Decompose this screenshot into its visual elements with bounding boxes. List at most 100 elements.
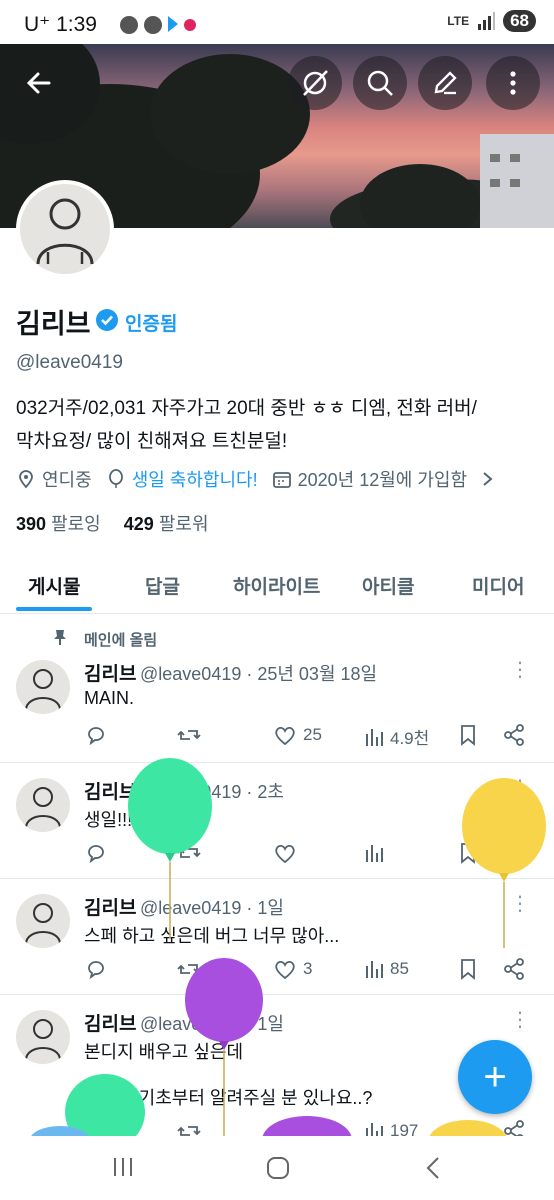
more-vertical-icon <box>510 71 516 95</box>
avatar-sketch-image <box>25 669 61 711</box>
avatar-sketch-image <box>25 787 61 829</box>
share-button[interactable] <box>503 724 525 746</box>
following-link[interactable]: 390 팔로잉 <box>16 514 101 534</box>
profile-meta: 연디중 생일 축하합니다! 2020년 12월에 가입함 <box>16 466 495 492</box>
reply-button[interactable] <box>85 724 113 746</box>
location-icon <box>19 470 33 489</box>
views-button[interactable]: 4.9천 <box>364 724 429 749</box>
follow-stats: 390 팔로잉 429 팔로워 <box>16 510 209 536</box>
notification-icons <box>120 16 196 34</box>
active-tab-indicator <box>16 607 92 611</box>
bookmark-icon <box>461 959 475 980</box>
notification-icon <box>120 16 138 34</box>
edit-button[interactable] <box>418 56 472 110</box>
retweet-button[interactable] <box>176 724 208 746</box>
network-label: LTE <box>447 14 470 28</box>
reply-icon <box>88 845 104 864</box>
tweet-text: MAIN. <box>84 688 135 708</box>
birthday-link[interactable]: 생일 축하합니다! <box>132 466 258 492</box>
reply-button[interactable] <box>85 958 113 980</box>
share-icon <box>504 958 524 980</box>
avatar-sketch-image <box>25 903 61 945</box>
hide-button[interactable] <box>288 56 342 110</box>
reply-icon <box>88 961 104 980</box>
compose-button[interactable]: + <box>458 1040 532 1114</box>
tweet-author-name[interactable]: 김리브 <box>84 1009 136 1036</box>
views-button[interactable]: 85 <box>364 958 409 980</box>
like-icon <box>275 960 295 980</box>
back-button[interactable] <box>12 56 66 110</box>
balloon-green-decoration <box>128 758 212 938</box>
talk-icon <box>144 16 162 34</box>
bio-line: 032거주/02,031 자주가고 20대 중반 ㅎㅎ 디엠, 전화 러버/ <box>16 398 477 419</box>
following-count: 390 <box>16 514 47 534</box>
tweet-avatar[interactable] <box>16 1010 70 1064</box>
more-options-button[interactable] <box>486 56 540 110</box>
tweet-more-icon[interactable]: ⋮ <box>510 1007 530 1032</box>
tab-replies[interactable]: 답글 <box>145 572 180 599</box>
like-icon <box>275 726 295 746</box>
pinned-label: 메인에 올림 <box>84 632 158 649</box>
profile-handle: @leave0419 <box>16 352 123 373</box>
calendar-icon <box>272 472 291 488</box>
share-button[interactable] <box>503 958 525 980</box>
pin-icon <box>54 630 66 645</box>
balloon-yellow-decoration <box>462 778 546 948</box>
verified-badge-icon[interactable] <box>95 308 119 332</box>
tab-posts[interactable]: 게시물 <box>28 572 80 599</box>
status-time: U⁺ 1:39 <box>24 13 97 36</box>
tweet-avatar[interactable] <box>16 660 70 714</box>
views-icon <box>366 961 383 978</box>
like-button[interactable] <box>273 842 303 864</box>
nav-recents-icon[interactable] <box>112 1156 134 1178</box>
play-icon <box>168 16 178 32</box>
verified-label[interactable]: 인증됨 <box>125 309 177 336</box>
chevron-right-icon[interactable] <box>481 470 495 488</box>
like-button[interactable]: 25 <box>273 724 322 746</box>
tweet-divider <box>0 762 554 763</box>
followers-link[interactable]: 429 팔로워 <box>124 514 209 534</box>
signal-icon <box>478 12 496 30</box>
tweet-author-name[interactable]: 김리브 <box>84 659 136 686</box>
following-label: 팔로잉 <box>51 514 101 534</box>
retweet-icon <box>177 730 201 740</box>
tweet-avatar[interactable] <box>16 894 70 948</box>
profile-avatar[interactable] <box>16 180 114 278</box>
balloon-icon <box>108 469 123 488</box>
tweet-more-icon[interactable]: ⋮ <box>510 657 530 682</box>
edit-icon <box>434 71 457 95</box>
bookmark-button[interactable] <box>458 958 478 980</box>
profile-name: 김리브 <box>16 309 91 339</box>
followers-label: 팔로워 <box>158 514 209 534</box>
hide-icon <box>303 70 328 96</box>
profile-tabs: 게시물 답글 하이라이트 아티클 미디어 <box>0 554 554 614</box>
nav-home-icon[interactable] <box>266 1156 290 1180</box>
system-nav-bar <box>0 1136 554 1200</box>
reply-button[interactable] <box>85 842 113 864</box>
like-button[interactable]: 3 <box>273 958 312 980</box>
bio-line: 막차요정/ 많이 친해져요 트친분덜! <box>16 431 288 452</box>
back-arrow-icon <box>26 72 51 94</box>
views-button[interactable] <box>364 842 390 864</box>
avatar-sketch-image <box>25 1019 61 1061</box>
joined-date: 2020년 12월에 가입함 <box>297 470 468 490</box>
like-count: 3 <box>303 959 313 978</box>
views-icon <box>366 728 383 746</box>
views-icon <box>366 845 383 862</box>
followers-count: 429 <box>123 514 154 534</box>
profile-location: 연디중 <box>42 470 92 490</box>
share-icon <box>504 724 524 746</box>
tab-articles[interactable]: 아티클 <box>362 572 414 599</box>
reply-icon <box>88 727 104 746</box>
views-count: 4.9천 <box>390 729 430 748</box>
tab-media[interactable]: 미디어 <box>472 572 524 599</box>
tweet-avatar[interactable] <box>16 778 70 832</box>
battery-level: 68 <box>503 10 536 32</box>
nav-back-icon[interactable] <box>424 1156 444 1180</box>
search-button[interactable] <box>353 56 407 110</box>
bookmark-button[interactable] <box>458 724 478 746</box>
status-bar: U⁺ 1:39 LTE 68 <box>0 0 554 44</box>
tab-highlights[interactable]: 하이라이트 <box>233 572 320 599</box>
like-icon <box>275 844 295 864</box>
bookmark-icon <box>461 725 475 746</box>
